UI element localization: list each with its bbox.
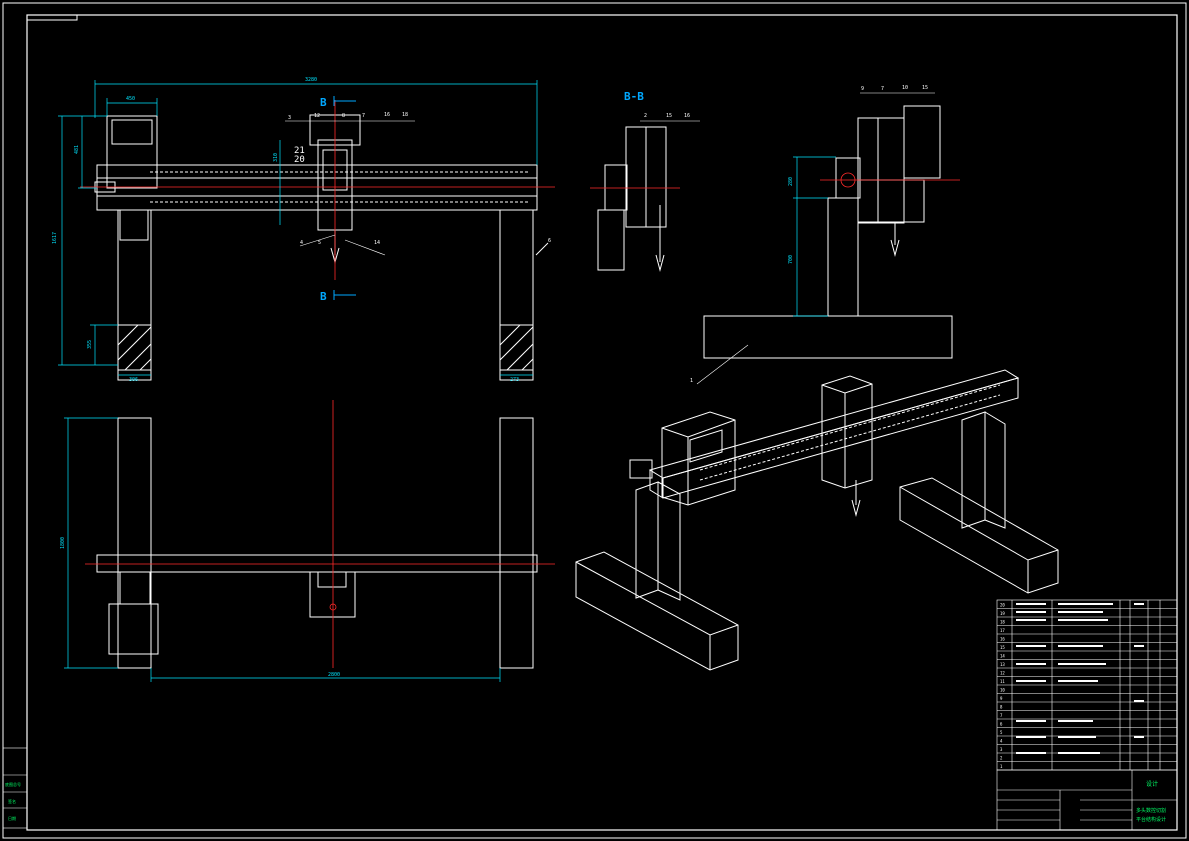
side-dimension-texts: 280 700 <box>788 177 794 264</box>
dim-plan-height: 1800 <box>60 537 66 549</box>
title-block-text: 设计 多头数控切割 平台结构设计 <box>1136 780 1166 823</box>
dim-top-left-box: 450 <box>126 96 135 102</box>
side-labels: 9 7 10 15 1 <box>690 85 928 384</box>
dim-plan-span: 2800 <box>328 672 340 678</box>
label-7: 7 <box>362 113 365 119</box>
plan-centerlines <box>85 400 555 668</box>
front-dimension-texts: 3280 450 1617 481 355 306 273 310 <box>52 77 519 383</box>
plan-dimension-texts: 1800 2800 <box>60 537 340 678</box>
plan-left-rail <box>117 417 152 669</box>
side-base <box>703 315 953 359</box>
plan-view <box>96 417 538 669</box>
label-14: 14 <box>374 240 380 246</box>
stamp-text-2: 签名 <box>8 798 16 804</box>
label-3: 3 <box>288 115 291 121</box>
sec-label-15: 15 <box>666 113 672 119</box>
side-label-7: 7 <box>881 86 884 92</box>
side-dimensions <box>793 156 836 317</box>
isometric-view <box>575 369 1059 671</box>
plan-beam <box>96 554 538 573</box>
label-8: 8 <box>342 113 345 119</box>
cad-drawing-canvas: 3280 450 1617 481 355 306 273 310 3 12 8… <box>2 2 1187 839</box>
bom-row-number: 10 <box>1000 687 1005 692</box>
front-part-labels: 3 12 8 7 16 18 21 20 4 5 14 6 <box>288 112 551 246</box>
label-6: 6 <box>548 238 551 244</box>
dim-foot-width-left: 306 <box>129 377 138 383</box>
bom-row-number: 16 <box>1000 636 1005 641</box>
section-bb-view <box>597 126 667 272</box>
top-left-tab <box>26 14 78 21</box>
label-5: 5 <box>318 240 321 246</box>
sec-label-2: 2 <box>644 113 647 119</box>
bom-row-number: 9 <box>1000 696 1003 701</box>
bom-row-number: 7 <box>1000 713 1003 718</box>
dim-side-upper: 280 <box>788 177 794 186</box>
section-mark-bottom: B <box>320 290 327 303</box>
right-foot-hatch <box>499 324 534 371</box>
side-label-10: 10 <box>902 85 908 91</box>
bom-row-number: 8 <box>1000 704 1003 709</box>
bom-row-number: 11 <box>1000 679 1005 684</box>
side-view <box>703 105 953 359</box>
section-mark-top: B <box>320 96 327 109</box>
bom-row-number: 19 <box>1000 611 1005 616</box>
dim-foot-width-right: 273 <box>510 377 519 383</box>
dim-left-height-total: 1617 <box>52 232 58 244</box>
dim-carriage-height: 310 <box>273 153 279 162</box>
bom-row-number: 6 <box>1000 721 1003 726</box>
section-view-title: B-B <box>624 90 644 103</box>
side-column <box>827 197 859 317</box>
bom-row-number: 13 <box>1000 662 1005 667</box>
bom-row-number: 17 <box>1000 628 1005 633</box>
bom-row-number: 3 <box>1000 747 1003 752</box>
bom-row-number: 1 <box>1000 764 1003 769</box>
sec-label-16: 16 <box>684 113 690 119</box>
dim-overall-width: 3280 <box>305 77 317 83</box>
bom-row-number: 12 <box>1000 670 1005 675</box>
side-label-9: 9 <box>861 86 864 92</box>
side-label-15: 15 <box>922 85 928 91</box>
label-16: 16 <box>384 112 390 118</box>
label-20: 20 <box>294 155 305 165</box>
plan-dimensions <box>64 417 501 682</box>
stamp-text-1: 底图总号 <box>5 781 21 787</box>
label-12: 12 <box>314 113 320 119</box>
plan-right-rail <box>499 417 534 669</box>
stamp-text-3: 日期 <box>8 815 16 821</box>
side-label-1: 1 <box>690 378 693 384</box>
dim-left-upper: 481 <box>74 145 80 154</box>
bom-row-number: 4 <box>1000 738 1003 743</box>
bom-row-number: 5 <box>1000 730 1003 735</box>
bom-row-number: 18 <box>1000 619 1005 624</box>
section-arrows <box>333 96 356 300</box>
control-cabinet-screen <box>111 119 153 145</box>
title-label: 设计 <box>1146 780 1158 788</box>
left-stamp-text: 底图总号 签名 日期 <box>5 781 21 821</box>
front-dimensions <box>58 80 538 376</box>
section-labels: 2 15 16 <box>644 113 690 119</box>
sheet-border-outer <box>2 2 1187 839</box>
bom-row-numbers: 20 19 18 17 16 15 14 13 12 11 10 9 8 7 6 5 4 3 2 1 <box>1000 602 1005 769</box>
dim-side-lower: 700 <box>788 255 794 264</box>
bom-row-number: 2 <box>1000 755 1003 760</box>
front-view <box>94 114 549 381</box>
bom-row-number: 20 <box>1000 602 1005 607</box>
bom-row-number: 14 <box>1000 653 1005 658</box>
side-leader-lines <box>696 92 935 385</box>
title-name-line2: 平台结构设计 <box>1136 816 1166 823</box>
dim-left-foot: 355 <box>87 340 93 349</box>
label-18: 18 <box>402 112 408 118</box>
control-cabinet <box>106 115 158 189</box>
front-leader-lines <box>285 120 415 256</box>
bom-row-number: 15 <box>1000 645 1005 650</box>
bom-rows <box>997 608 1177 762</box>
title-name-line1: 多头数控切割 <box>1136 807 1166 814</box>
left-foot-hatch <box>117 324 152 371</box>
sheet-border-inner <box>26 14 1178 831</box>
